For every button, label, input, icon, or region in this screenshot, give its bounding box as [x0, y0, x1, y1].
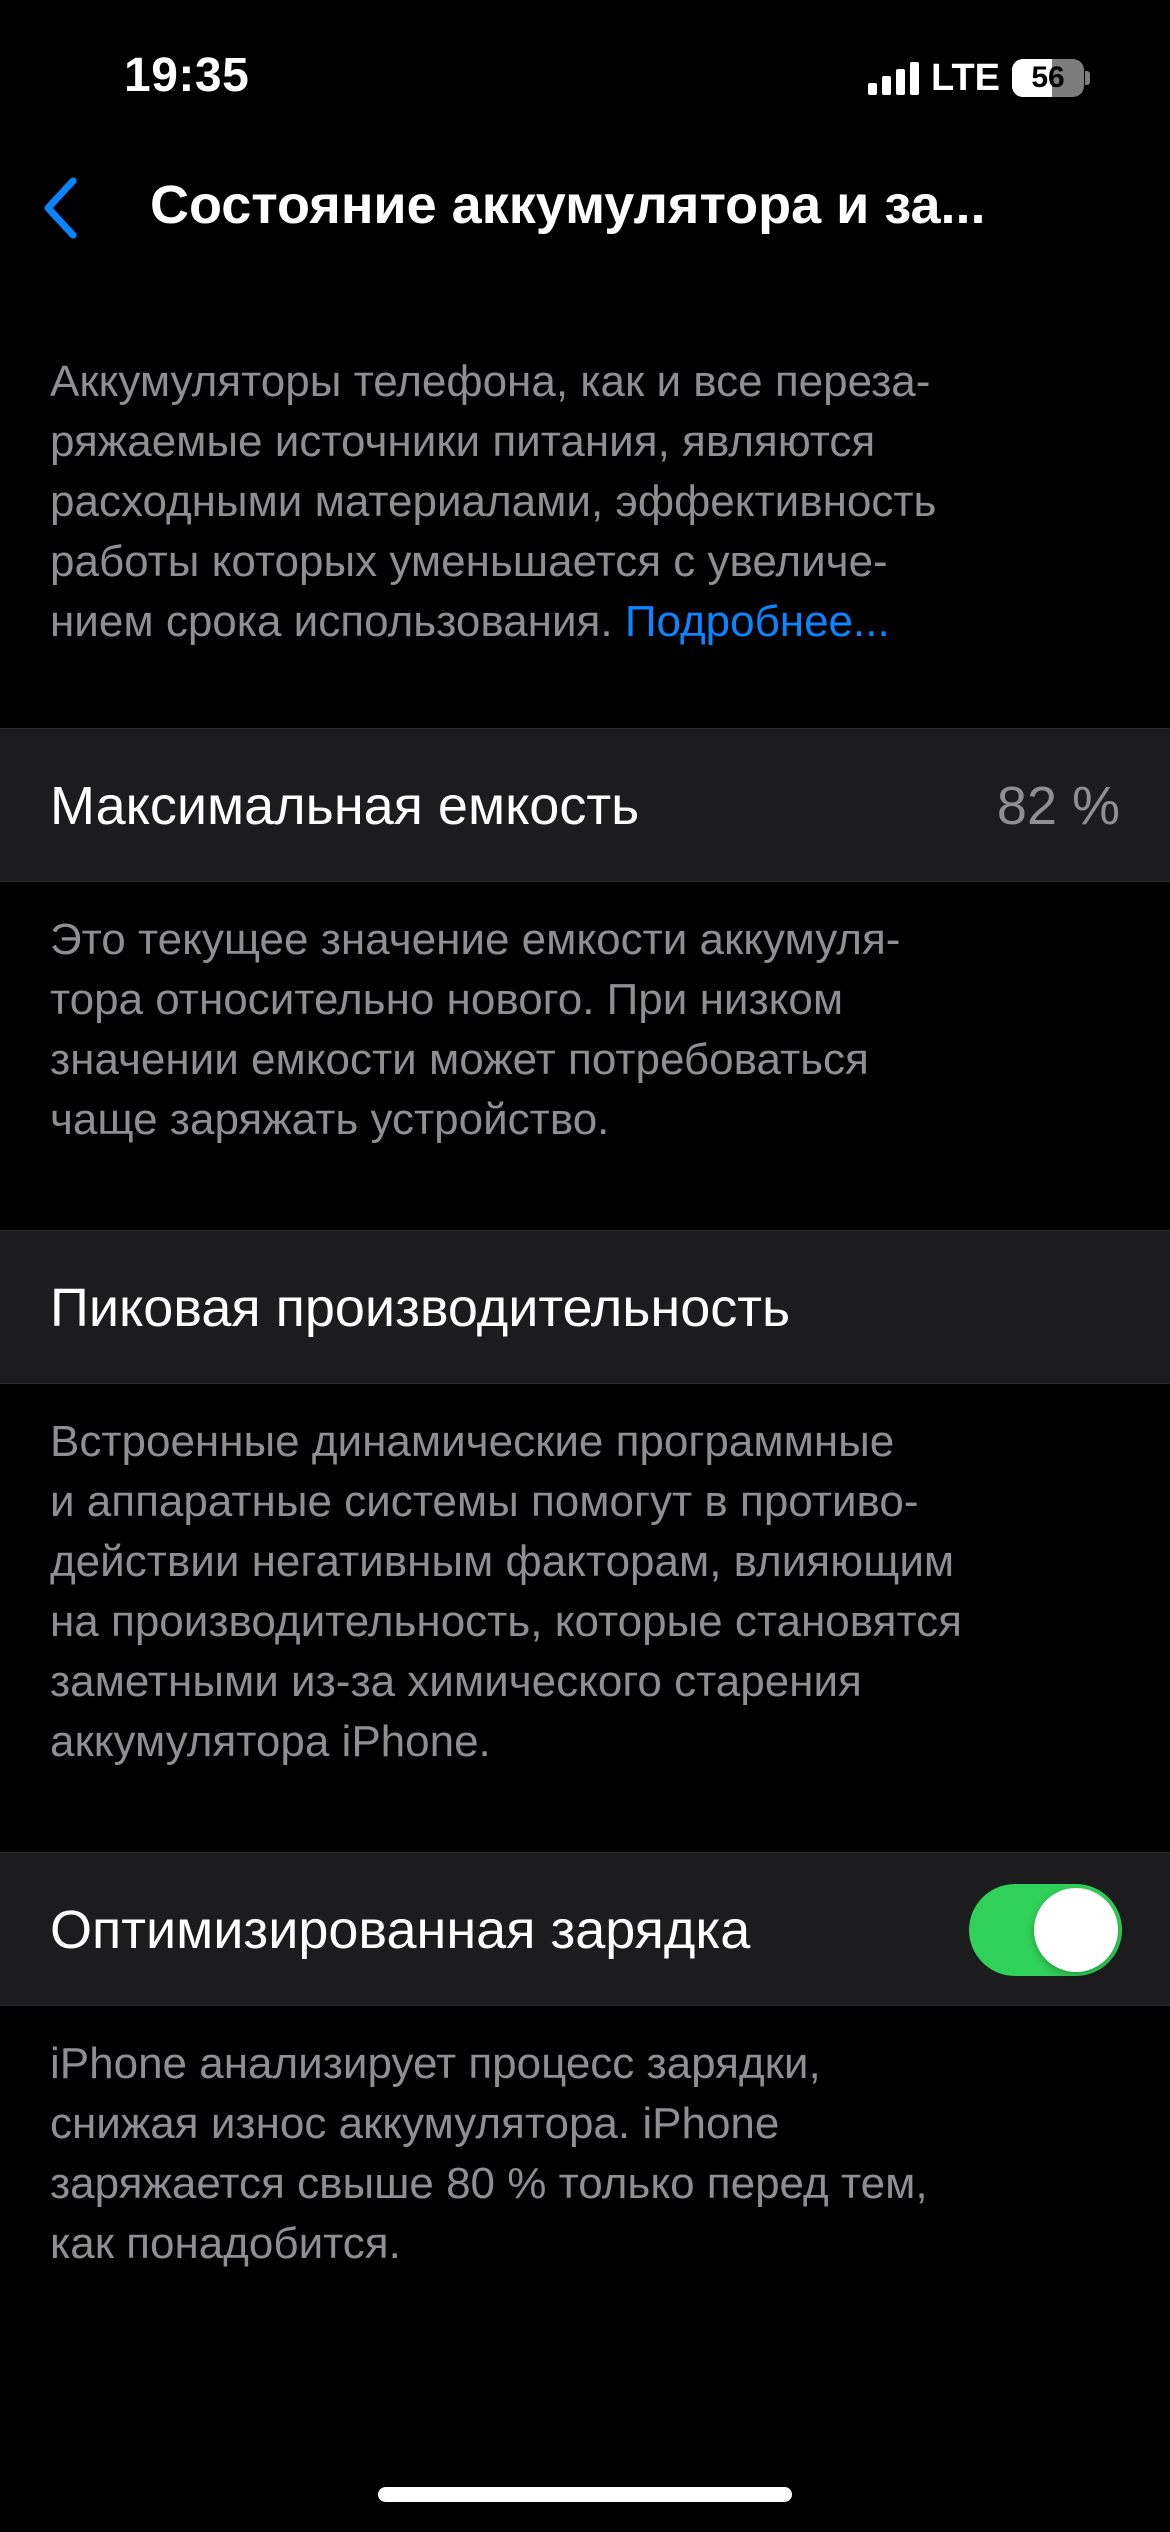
toggle-knob	[1034, 1888, 1118, 1972]
status-time: 19:35	[124, 49, 250, 102]
optimized-charging-row: Оптимизированная зарядка	[0, 1852, 1170, 2006]
network-type: LTE	[931, 56, 1000, 99]
peak-performance-row: Пиковая производительность	[0, 1230, 1170, 1384]
back-button[interactable]	[20, 168, 100, 248]
battery-level: 56	[1031, 61, 1065, 94]
signal-icon	[868, 61, 920, 95]
max-capacity-label: Максимальная емкость	[50, 776, 640, 836]
status-indicators: LTE 56	[868, 56, 1090, 100]
intro-text: Аккумуляторы телефона, как и все переза-…	[50, 352, 1130, 652]
max-capacity-value: 82 %	[996, 776, 1120, 836]
peak-performance-label: Пиковая производительность	[50, 1278, 791, 1338]
chevron-left-icon	[44, 177, 77, 239]
max-capacity-row: Максимальная емкость 82 %	[0, 728, 1170, 882]
navigation-bar: Состояние аккумулятора и за...	[0, 150, 1170, 260]
optimized-charging-toggle[interactable]	[969, 1884, 1122, 1976]
optimized-charging-label: Оптимизированная зарядка	[50, 1900, 751, 1960]
peak-performance-description: Встроенные динамические программные и ап…	[50, 1417, 962, 1766]
learn-more-link[interactable]: Подробнее...	[625, 597, 890, 646]
page-title: Состояние аккумулятора и за...	[150, 175, 986, 235]
home-indicator[interactable]	[378, 2487, 792, 2502]
optimized-charging-description: iPhone анализирует процесс зарядки, сниж…	[50, 2039, 928, 2268]
max-capacity-description: Это текущее значение емкости аккумуля- т…	[50, 915, 901, 1144]
battery-icon: 56	[1012, 59, 1090, 97]
status-bar: 19:35 LTE 56	[0, 0, 1170, 150]
